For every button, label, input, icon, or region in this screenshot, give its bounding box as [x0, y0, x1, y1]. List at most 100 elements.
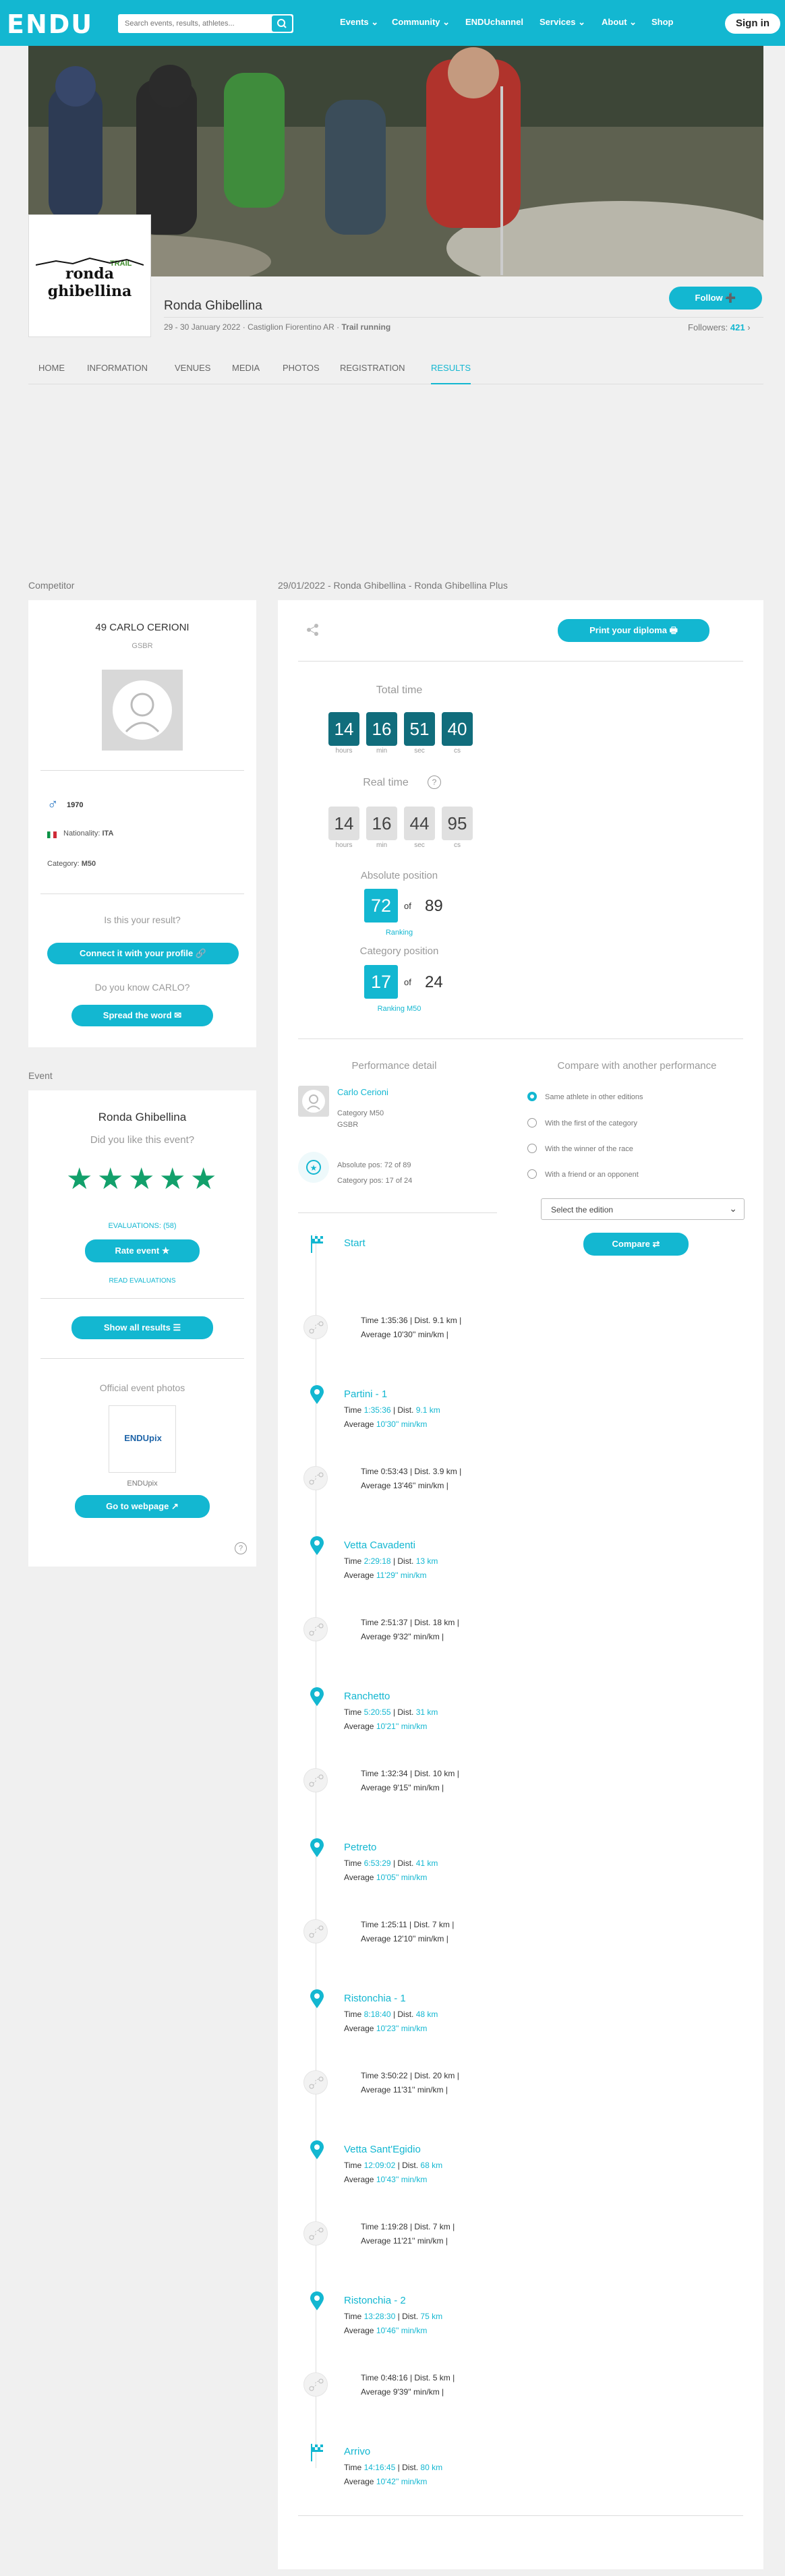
checkpoint-distance: 48 km	[415, 2010, 438, 2019]
avg-label: Average	[344, 2175, 376, 2184]
absolute-position-label: Absolute position	[360, 870, 438, 881]
tab-results[interactable]: RESULTS	[431, 363, 471, 384]
checkpoint-name[interactable]: Partini - 1	[344, 1388, 387, 1400]
time-label: Time	[344, 1858, 364, 1868]
radio-label: With a friend or an opponent	[545, 1171, 639, 1179]
checkpoint-name[interactable]: Ristonchia - 2	[344, 2295, 406, 2306]
checkpoint-name[interactable]: Vetta Cavadenti	[344, 1540, 415, 1551]
printer-icon: 🖶	[669, 625, 678, 635]
endu-logo[interactable]: ENDU	[7, 9, 93, 39]
nav-services[interactable]: Services ⌄	[540, 17, 585, 28]
radio-label: With the first of the category	[545, 1119, 637, 1128]
tab-registration[interactable]: REGISTRATION	[340, 363, 405, 373]
nav-shop[interactable]: Shop	[651, 17, 674, 27]
radio-same-athlete[interactable]	[527, 1092, 537, 1101]
time-label: Time	[344, 1556, 364, 1566]
radio-friend[interactable]	[527, 1169, 537, 1179]
segment-average: 9'15'' min/km |	[392, 1783, 444, 1792]
checkpoint-name[interactable]: Start	[344, 1237, 366, 1249]
dist-label: | Dist.	[390, 1405, 416, 1415]
checkpoint-name[interactable]: Arrivo	[344, 2446, 370, 2457]
route-icon	[303, 1919, 328, 1943]
avg-label: Average	[344, 1419, 376, 1429]
checkpoint-time: 1:35:36	[364, 1405, 391, 1415]
signin-button[interactable]: Sign in	[725, 13, 780, 34]
nav-community[interactable]: Community ⌄	[392, 17, 450, 28]
tab-photos[interactable]: PHOTOS	[283, 363, 320, 373]
segment-time: 1:35:36	[380, 1316, 408, 1325]
star-icon[interactable]: ★	[97, 1165, 123, 1194]
print-diploma-button[interactable]: Print your diploma 🖶	[558, 619, 709, 642]
avg-label: Average	[361, 1481, 393, 1490]
tab-home[interactable]: HOME	[38, 363, 65, 373]
event-logo: ronda ghibellina TRAIL	[28, 214, 151, 337]
radio-winner[interactable]	[527, 1144, 537, 1153]
nationality: Nationality: ITA	[63, 829, 114, 838]
chevron-down-icon: ⌄	[578, 17, 586, 27]
route-icon	[303, 2372, 328, 2397]
tab-information[interactable]: INFORMATION	[87, 363, 148, 373]
segment-average: 10'30'' min/km |	[392, 1330, 448, 1339]
checkpoint-name[interactable]: Vetta Sant'Egidio	[344, 2144, 421, 2155]
compare-button[interactable]: Compare ⇄	[583, 1233, 689, 1256]
connect-profile-button[interactable]: Connect it with your profile 🔗	[47, 943, 239, 964]
segment-distance: 7 km	[432, 1920, 450, 1929]
athlete-name[interactable]: 49 CARLO CERIONI	[28, 622, 256, 633]
go-to-webpage-button[interactable]: Go to webpage ↗	[75, 1495, 210, 1518]
search-input[interactable]	[118, 14, 266, 33]
dist-label: | Dist.	[407, 1618, 433, 1627]
follow-button[interactable]: Follow ➕	[669, 287, 762, 310]
checkpoint-stats: Time 6:53:29 | Dist. 41 km Average 10'05'…	[344, 1856, 438, 1885]
real-seconds: 44	[404, 807, 435, 840]
unit-label: cs	[454, 747, 461, 755]
event-title: Ronda Ghibellina	[164, 299, 262, 313]
nav-about[interactable]: About ⌄	[602, 17, 637, 28]
spread-word-button[interactable]: Spread the word ✉	[71, 1005, 213, 1026]
tab-media[interactable]: MEDIA	[232, 363, 260, 373]
read-evaluations-link[interactable]: READ EVALUATIONS	[28, 1277, 256, 1285]
avg-label: Average	[344, 2326, 376, 2335]
dist-label: | Dist.	[390, 1707, 416, 1717]
ranking-link[interactable]: Ranking	[278, 929, 521, 937]
event-subtitle: 29 - 30 January 2022 · Castiglion Fioren…	[164, 322, 391, 332]
ranking-category-link[interactable]: Ranking M50	[278, 1005, 521, 1013]
star-icon[interactable]: ★	[159, 1165, 185, 1194]
radio-first-category[interactable]	[527, 1118, 537, 1128]
athlete-link[interactable]: Carlo Cerioni	[337, 1087, 388, 1097]
divider	[298, 661, 743, 662]
competitor-section-title: Competitor	[28, 580, 75, 591]
help-icon[interactable]: ?	[428, 775, 441, 789]
official-photos-title: Official event photos	[99, 1382, 185, 1393]
avg-label: Average	[361, 1783, 393, 1792]
add-user-icon: ➕	[725, 293, 736, 303]
real-hours: 14	[328, 807, 359, 840]
segment-average: 11'21'' min/km |	[392, 2236, 448, 2246]
star-icon[interactable]: ★	[128, 1165, 154, 1194]
checkpoint-name[interactable]: Petreto	[344, 1842, 376, 1853]
envelope-icon: ✉	[174, 1010, 182, 1020]
edition-select[interactable]: Select the edition ⌄	[541, 1198, 745, 1220]
time-label: Time	[361, 2222, 381, 2231]
star-icon[interactable]: ★	[190, 1165, 216, 1194]
athlete-avatar	[298, 1086, 329, 1117]
rate-event-button[interactable]: Rate event ★	[85, 1239, 200, 1262]
evaluations-count[interactable]: EVALUATIONS: (58)	[28, 1222, 256, 1230]
star-icon[interactable]: ★	[66, 1165, 92, 1194]
tab-venues[interactable]: VENUES	[175, 363, 210, 373]
followers-count[interactable]: Followers: 421 ›	[688, 322, 751, 332]
checkpoint-distance: 80 km	[420, 2463, 443, 2472]
real-time-label: Real time	[363, 777, 409, 788]
time-label: Time	[344, 1707, 364, 1717]
checkpoint-name[interactable]: Ristonchia - 1	[344, 1993, 406, 2004]
share-icon[interactable]	[306, 623, 320, 637]
segment-average: 11'31'' min/km |	[392, 2085, 448, 2095]
segment-distance: 3.9 km	[432, 1467, 457, 1476]
nav-enduchannel[interactable]: ENDUchannel	[465, 17, 523, 27]
checkpoint-name[interactable]: Ranchetto	[344, 1691, 390, 1702]
show-all-results-button[interactable]: Show all results ☰	[71, 1316, 213, 1339]
help-icon[interactable]: ?	[235, 1542, 247, 1554]
search-button[interactable]	[272, 16, 292, 32]
checkpoint-stats: Time 5:20:55 | Dist. 31 km Average 10'21'…	[344, 1705, 438, 1734]
nav-events[interactable]: Events ⌄	[340, 17, 378, 28]
dist-label: | Dist.	[395, 2463, 421, 2472]
